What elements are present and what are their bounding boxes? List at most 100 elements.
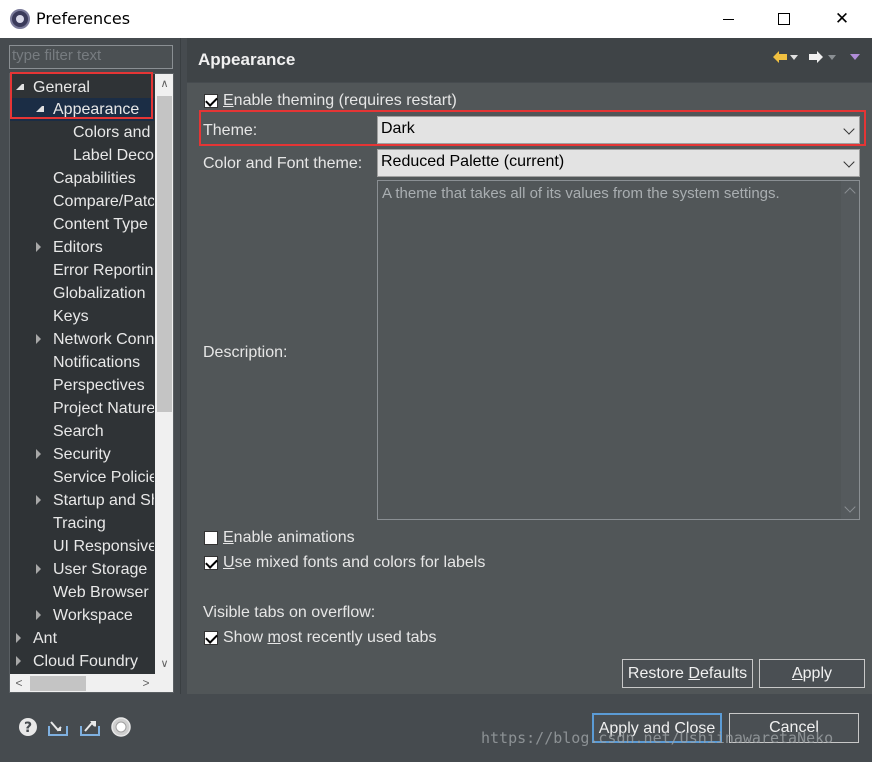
visible-tabs-label: Visible tabs on overflow:	[203, 604, 376, 621]
forward-dropdown-icon[interactable]	[828, 55, 836, 61]
preference-tree: General Appearance Colors and Label Deco…	[9, 73, 174, 693]
description-text-area[interactable]: A theme that takes all of its values fro…	[377, 180, 860, 520]
tree-item-capabilities[interactable]: Capabilities	[53, 167, 136, 190]
tree-item-label: Network Conn	[53, 331, 154, 348]
scroll-left-icon[interactable]: <	[10, 674, 28, 692]
scroll-down-icon[interactable]	[844, 501, 856, 513]
tree-horizontal-scrollbar[interactable]: < >	[10, 674, 155, 692]
tree-item-label: Security	[53, 446, 111, 463]
color-font-theme-combo[interactable]: Reduced Palette (current)	[377, 149, 860, 177]
tree-item-editors[interactable]: Editors	[10, 236, 154, 259]
collapsed-arrow-icon[interactable]	[16, 633, 24, 643]
tree-item-cloud-foundry[interactable]: Cloud Foundry	[10, 650, 154, 673]
view-menu-icon[interactable]	[850, 54, 860, 61]
minimize-icon	[722, 18, 734, 20]
tree-item-search[interactable]: Search	[53, 420, 104, 443]
scroll-thumb[interactable]	[30, 676, 86, 691]
tree-item-label: Cloud Foundry	[33, 653, 138, 670]
title-bar: Preferences ✕	[0, 0, 872, 38]
tree-item-startup-and-shutdown[interactable]: Startup and Sh	[10, 489, 154, 512]
expanded-arrow-icon[interactable]	[16, 82, 24, 90]
mnemonic-char: D	[688, 665, 700, 682]
restore-defaults-button[interactable]: Restore Defaults	[622, 659, 753, 688]
enable-theming-checkbox[interactable]	[204, 94, 218, 108]
description-text: A theme that takes all of its values fro…	[382, 185, 780, 202]
tree-item-label: General	[33, 79, 90, 96]
tree-item-label: Startup and Sh	[53, 492, 154, 509]
tree-item-globalization[interactable]: Globalization	[53, 282, 146, 305]
tree-item-label-decorations[interactable]: Label Deco	[73, 144, 154, 167]
eclipse-app-icon	[10, 9, 30, 29]
enable-animations-label[interactable]: Enable animations	[223, 529, 355, 547]
tree-item-general[interactable]: General	[10, 76, 154, 99]
show-mru-tabs-label[interactable]: Show most recently used tabs	[223, 629, 436, 647]
close-button[interactable]: ✕	[812, 0, 872, 38]
expanded-arrow-icon[interactable]	[36, 104, 44, 112]
description-scrollbar[interactable]	[841, 181, 859, 519]
scrollbar-corner	[155, 674, 173, 692]
page-header: Appearance	[187, 38, 872, 82]
enable-theming-label[interactable]: Enable theming (requires restart)	[223, 92, 457, 110]
tree-item-content-types[interactable]: Content Type	[53, 213, 148, 236]
label-text: se mixed fonts and colors for labels	[234, 554, 486, 571]
theme-combo[interactable]: Dark	[377, 116, 860, 144]
panel-divider[interactable]	[180, 38, 181, 694]
preferences-dialog: type filter text General Appearance Colo…	[0, 38, 872, 762]
collapsed-arrow-icon[interactable]	[36, 449, 44, 459]
filter-input[interactable]: type filter text	[9, 45, 173, 69]
back-dropdown-icon[interactable]	[790, 55, 798, 61]
tree-item-workspace[interactable]: Workspace	[10, 604, 154, 627]
tree-item-network-connections[interactable]: Network Conn	[10, 328, 154, 351]
collapsed-arrow-icon[interactable]	[36, 495, 44, 505]
back-arrow-icon[interactable]	[772, 50, 788, 64]
label-text: nable animations	[233, 529, 355, 546]
appearance-page-content: Enable theming (requires restart) Theme:…	[187, 83, 872, 694]
scroll-right-icon[interactable]: >	[137, 674, 155, 692]
watermark-text: https://blog.csdn.net/UshiinawaretaNeko	[481, 729, 834, 747]
mnemonic-char: E	[223, 529, 234, 546]
tree-item-ui-responsiveness[interactable]: UI Responsive	[53, 535, 154, 558]
navigation-toolbar	[762, 50, 862, 70]
enable-animations-checkbox[interactable]	[204, 531, 218, 545]
tree-item-web-browser[interactable]: Web Browser	[53, 581, 149, 604]
mixed-fonts-checkbox[interactable]	[204, 556, 218, 570]
description-label: Description:	[203, 344, 288, 361]
dialog-footer: ? Apply and Close Cancel https://blog.cs…	[0, 694, 872, 762]
maximize-button[interactable]	[756, 0, 812, 38]
tree-item-project-natures[interactable]: Project Nature	[53, 397, 154, 420]
tree-vertical-scrollbar[interactable]: ∧ ∨	[155, 74, 173, 674]
show-mru-tabs-checkbox[interactable]	[204, 631, 218, 645]
import-icon[interactable]	[47, 716, 69, 738]
mixed-fonts-label[interactable]: Use mixed fonts and colors for labels	[223, 554, 485, 572]
tree-item-error-reporting[interactable]: Error Reportin	[53, 259, 153, 282]
tree-item-compare-patch[interactable]: Compare/Patc	[53, 190, 154, 213]
maximize-icon	[778, 13, 790, 25]
apply-button[interactable]: Apply	[759, 659, 865, 688]
tree-item-ant[interactable]: Ant	[10, 627, 154, 650]
tree-item-user-storage[interactable]: User Storage	[10, 558, 154, 581]
export-icon[interactable]	[79, 716, 101, 738]
scroll-up-icon[interactable]: ∧	[155, 74, 173, 94]
tree-item-appearance[interactable]: Appearance	[10, 98, 154, 121]
tree-item-keys[interactable]: Keys	[53, 305, 89, 328]
scroll-down-icon[interactable]: ∨	[155, 654, 173, 674]
scroll-thumb[interactable]	[157, 96, 172, 412]
tree-item-perspectives[interactable]: Perspectives	[53, 374, 145, 397]
tree-item-notifications[interactable]: Notifications	[53, 351, 140, 374]
tree-item-security[interactable]: Security	[10, 443, 154, 466]
preference-recorder-icon[interactable]	[110, 716, 132, 738]
collapsed-arrow-icon[interactable]	[36, 334, 44, 344]
tree-item-tracing[interactable]: Tracing	[53, 512, 106, 535]
scroll-up-icon[interactable]	[844, 187, 856, 199]
collapsed-arrow-icon[interactable]	[36, 242, 44, 252]
mnemonic-char: U	[223, 554, 235, 571]
collapsed-arrow-icon[interactable]	[36, 564, 44, 574]
tree-item-label: Appearance	[53, 101, 140, 118]
forward-arrow-icon[interactable]	[808, 50, 824, 64]
collapsed-arrow-icon[interactable]	[36, 610, 44, 620]
tree-item-colors-and-fonts[interactable]: Colors and	[73, 121, 150, 144]
tree-item-service-policies[interactable]: Service Policie	[53, 466, 154, 489]
minimize-button[interactable]	[700, 0, 756, 38]
collapsed-arrow-icon[interactable]	[16, 656, 24, 666]
help-icon[interactable]: ?	[17, 716, 39, 738]
